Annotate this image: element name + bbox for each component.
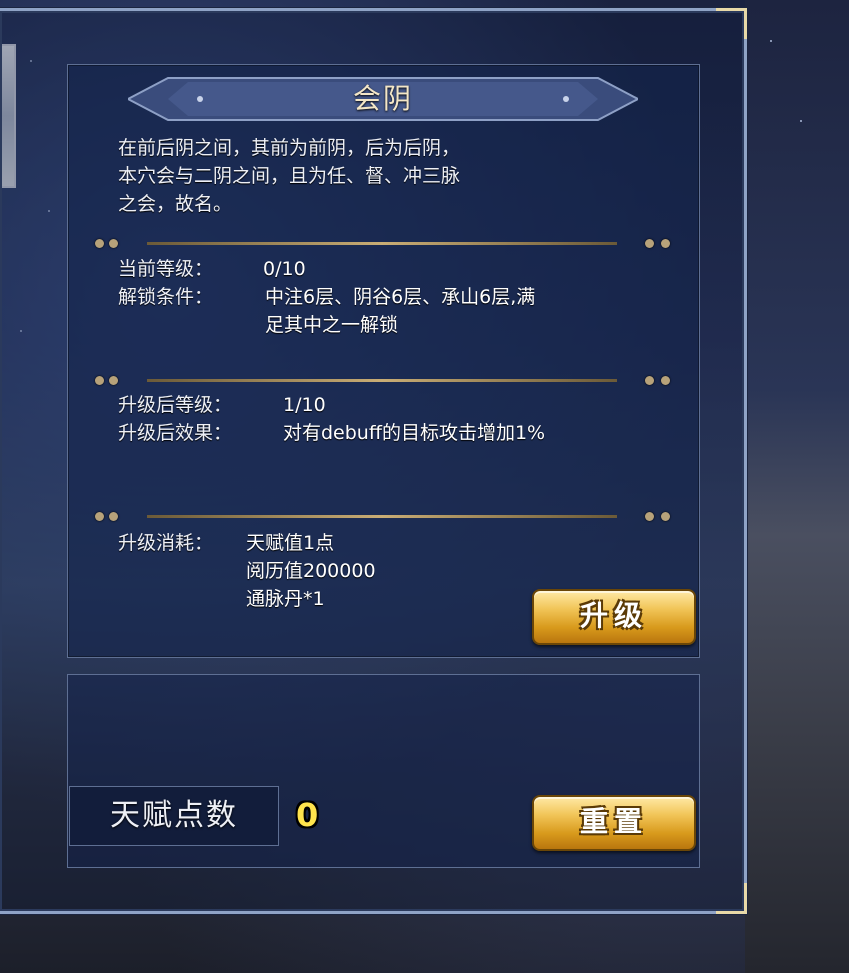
divider-dot xyxy=(109,239,118,248)
cost-item: 通脉丹*1 xyxy=(246,588,325,610)
reset-button[interactable]: 重置 xyxy=(532,795,696,851)
unlock-condition-value: 中注6层、阴谷6层、承山6层,满 足其中之一解锁 xyxy=(265,283,535,339)
section-divider xyxy=(95,237,675,249)
frame-corner-ornament xyxy=(716,8,747,39)
divider-line xyxy=(147,242,617,245)
divider-dot xyxy=(645,512,654,521)
divider-dot xyxy=(109,512,118,521)
section-divider xyxy=(95,374,675,386)
unlock-condition-label: 解锁条件： xyxy=(118,286,214,308)
title-banner: 会阴 xyxy=(128,74,638,124)
upgrade-button[interactable]: 升级 xyxy=(532,589,696,645)
description-line: 在前后阴之间，其前为前阴，后为后阴， xyxy=(118,137,461,159)
section-divider xyxy=(95,510,675,522)
talent-points-value: 0 xyxy=(296,796,319,834)
upgrade-effect-label: 升级后效果： xyxy=(118,422,233,444)
background-scenery xyxy=(745,0,849,973)
upgrade-cost-label: 升级消耗： xyxy=(118,532,214,554)
upgrade-level-label: 升级后等级： xyxy=(118,394,233,416)
unlock-condition-line: 足其中之一解锁 xyxy=(265,314,399,336)
star-decoration xyxy=(800,120,802,122)
talent-points-label: 天赋点数 xyxy=(110,798,238,833)
talent-points-label-box: 天赋点数 xyxy=(69,786,279,846)
divider-dot xyxy=(95,512,104,521)
divider-dot xyxy=(661,512,670,521)
unlock-condition-line: 中注6层、阴谷6层、承山6层,满 xyxy=(265,286,536,308)
current-level-value: 0/10 xyxy=(263,258,306,280)
divider-dot xyxy=(661,376,670,385)
description-line: 之会，故名。 xyxy=(118,193,233,215)
description-line: 本穴会与二阴之间，且为任、督、冲三脉 xyxy=(118,165,461,187)
upgrade-cost-list: 天赋值1点 阅历值200000 通脉丹*1 xyxy=(246,529,376,613)
divider-dot xyxy=(645,239,654,248)
frame-corner-ornament xyxy=(716,883,747,914)
divider-dot xyxy=(95,376,104,385)
divider-dot xyxy=(109,376,118,385)
current-level-label: 当前等级： xyxy=(118,258,214,280)
divider-dot xyxy=(661,239,670,248)
cost-item: 天赋值1点 xyxy=(246,532,335,554)
divider-line xyxy=(147,379,617,382)
cost-item: 阅历值200000 xyxy=(246,560,376,582)
divider-dot xyxy=(95,239,104,248)
acupoint-description: 在前后阴之间，其前为前阴，后为后阴， 本穴会与二阴之间，且为任、督、冲三脉 之会… xyxy=(118,134,578,218)
upgrade-effect-value: 对有debuff的目标攻击增加1% xyxy=(283,422,546,444)
upgrade-level-value: 1/10 xyxy=(283,394,326,416)
divider-dot xyxy=(645,376,654,385)
acupoint-title: 会阴 xyxy=(352,82,413,115)
divider-line xyxy=(147,515,617,518)
star-decoration xyxy=(770,40,772,42)
